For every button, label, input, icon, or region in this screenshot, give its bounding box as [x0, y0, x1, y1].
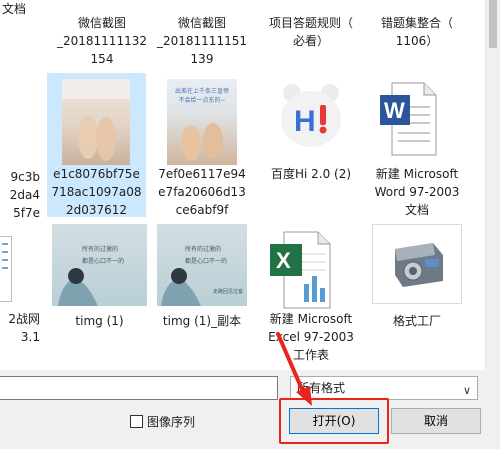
svg-text:X: X [276, 248, 291, 273]
scrollbar-thumb[interactable] [489, 0, 497, 48]
file-item-error-collection[interactable]: 错题集整合（ 1106） [362, 0, 472, 60]
svg-text:W: W [384, 98, 405, 123]
image-sequence-checkbox[interactable] [130, 414, 143, 428]
file-item-project-rules[interactable]: 项目答题规则（ 必看） [256, 0, 366, 60]
file-label: 错题集整合（ 1106） [380, 16, 453, 48]
file-label: 文档 [1, 2, 26, 16]
file-item-partial-3[interactable]: 2战网 3.1 [0, 222, 40, 352]
file-label: timg (1) [75, 314, 124, 328]
document-thumbnail [0, 236, 12, 302]
filename-input[interactable] [0, 376, 278, 400]
file-label: 项目答题规则（ 必看） [268, 16, 353, 48]
file-item-image-partial[interactable]: 9c3b 2da4 5f7e [0, 78, 40, 220]
cancel-button[interactable]: 取消 [391, 408, 481, 434]
word-document-icon: W [378, 81, 438, 157]
file-item-wechat-screenshot-1[interactable]: 微信截图 _20181111132 154 [52, 0, 152, 70]
file-item-timg-1[interactable]: 所有的过激的 都是心口不一的 timg (1) [52, 222, 147, 342]
format-factory-icon [372, 224, 462, 304]
image-sequence-option[interactable]: 图像序列 [130, 412, 195, 430]
file-label: e1c8076bf75e 718ac1097a08 2d037612 [51, 167, 142, 217]
file-item-image-e1c8076[interactable]: e1c8076bf75e 718ac1097a08 2d037612 [47, 73, 146, 217]
file-label: 9c3b 2da4 5f7e [9, 170, 40, 220]
baidu-hi-icon: H [278, 81, 344, 151]
image-thumbnail: 所有的过激的 都是心口不一的 [52, 224, 147, 306]
svg-text:H: H [294, 105, 316, 138]
chevron-down-icon: ∨ [462, 384, 471, 397]
file-label: 格式工厂 [392, 314, 441, 328]
image-thumbnail: 所有的过激的 都是心口不一的 走路回见过客 [157, 224, 247, 306]
file-item-wechat-screenshot-2[interactable]: 微信截图 _20181111151 139 [152, 0, 252, 70]
file-label: 微信截图 _20181111151 139 [157, 16, 247, 66]
file-label: 7ef0e6117e94 e7fa20606d13 ce6abf9f [158, 167, 246, 217]
excel-document-icon: X [268, 230, 334, 310]
file-item-image-7ef0e61[interactable]: 出差在上千条三皇帝 不会给一点东的~ 7ef0e6117e94 e7fa2060… [152, 73, 252, 217]
annotation-arrow [276, 332, 312, 406]
file-item-document-partial[interactable]: 文档 [0, 0, 46, 40]
file-label: 2战网 3.1 [8, 312, 40, 344]
file-label: timg (1)_副本 [162, 314, 242, 328]
file-label: 新建 Microsoft Word 97-2003 文档 [374, 167, 460, 217]
file-label: 百度Hi 2.0 (2) [270, 167, 352, 181]
image-sequence-label: 图像序列 [147, 414, 196, 429]
image-thumbnail: 出差在上千条三皇帝 不会给一点东的~ [167, 79, 237, 165]
vertical-scrollbar[interactable] [485, 0, 500, 370]
file-label: 微信截图 _20181111132 154 [57, 16, 147, 66]
file-item-format-factory[interactable]: 格式工厂 [372, 222, 462, 342]
file-item-baidu-hi[interactable]: H 百度Hi 2.0 (2) [256, 73, 366, 193]
image-thumbnail [62, 79, 130, 165]
file-item-timg-1-copy[interactable]: 所有的过激的 都是心口不一的 走路回见过客 timg (1)_副本 [157, 222, 247, 342]
file-list: 文档 微信截图 _20181111132 154 微信截图 _201811111… [0, 0, 485, 370]
file-item-word-doc[interactable]: W 新建 Microsoft Word 97-2003 文档 [362, 73, 472, 217]
